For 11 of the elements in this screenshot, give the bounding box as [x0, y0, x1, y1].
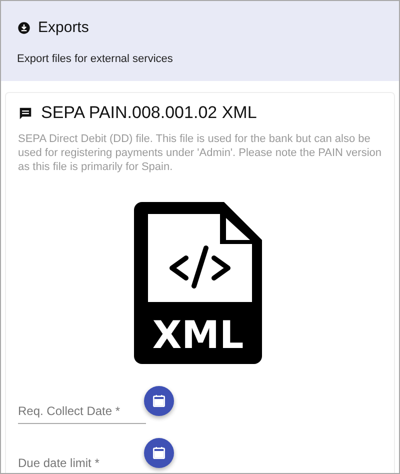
calendar-icon	[151, 445, 167, 461]
download-icon	[17, 20, 31, 34]
card-description: SEPA Direct Debit (DD) file. This file is used for the bank but can also be used for registering payments under 'Admin'. Please note the PAIN version as this file is primarily for Spain.	[18, 132, 382, 174]
page-subtitle: Export files for external services	[17, 53, 174, 65]
page-title: Exports	[38, 19, 89, 36]
calendar-button[interactable]	[144, 386, 174, 416]
message-icon	[18, 106, 33, 120]
calendar-button[interactable]	[144, 438, 174, 468]
date-field[interactable]: Req. Collect Date *	[18, 386, 146, 424]
calendar-icon	[151, 393, 167, 409]
card-title: SEPA PAIN.008.001.02 XML	[41, 103, 257, 123]
